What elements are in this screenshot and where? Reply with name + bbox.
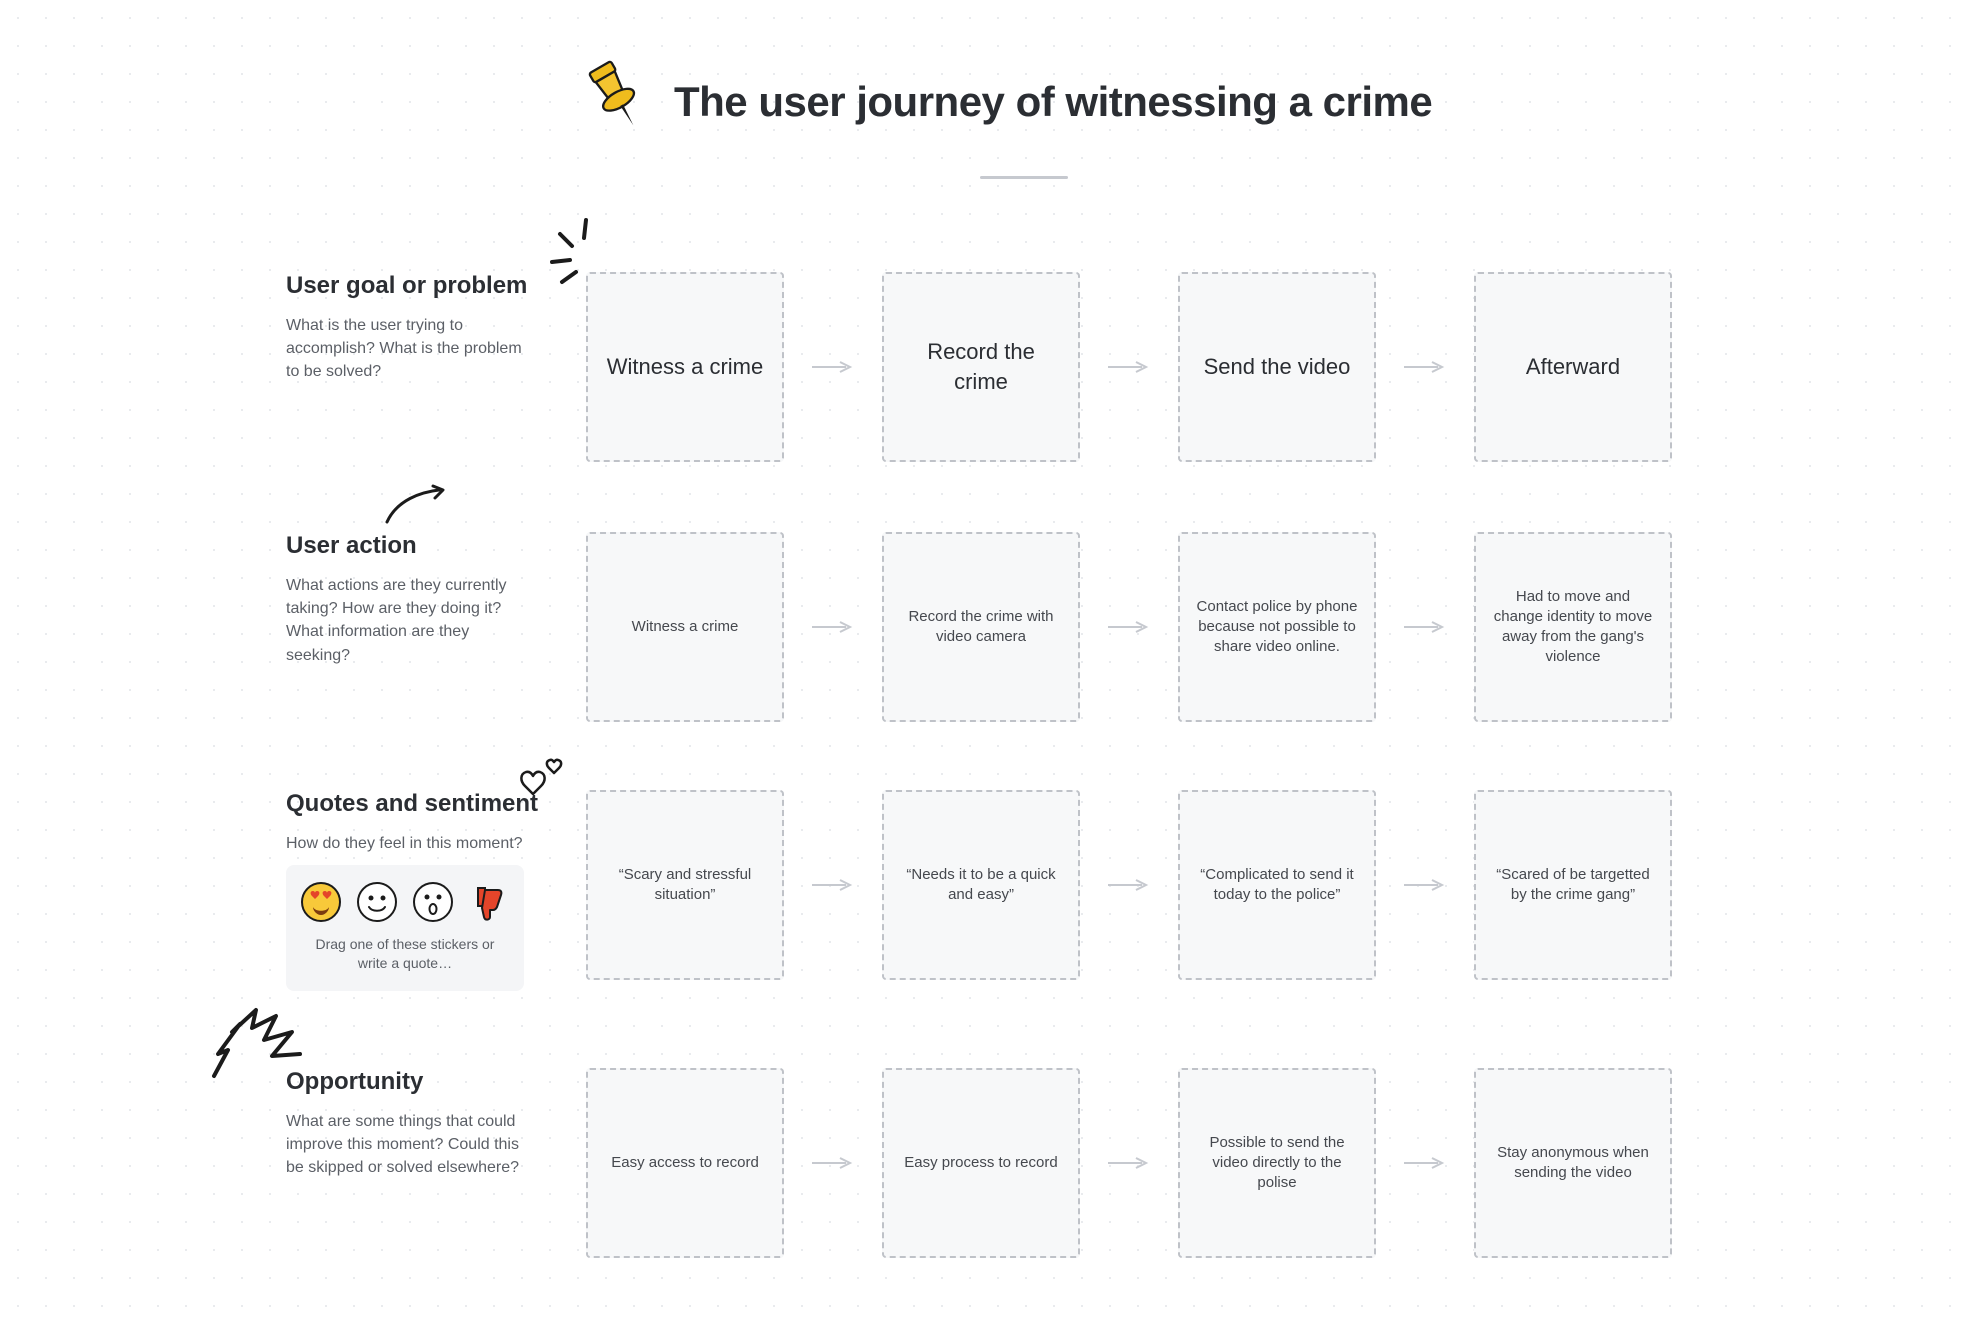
row-heading: Quotes and sentiment (286, 790, 558, 818)
card-text: Easy access to record (611, 1153, 759, 1173)
step-card[interactable]: Easy process to record (882, 1068, 1080, 1258)
row-desc: What is the user trying to accomplish? W… (286, 314, 526, 384)
step-card[interactable]: Witness a crime (586, 532, 784, 722)
row-label-goal: User goal or problem What is the user tr… (286, 272, 586, 384)
card-text: Record the crime (898, 337, 1064, 396)
card-text: Possible to send the video directly to t… (1194, 1133, 1360, 1194)
row-quotes: Quotes and sentiment How do they feel in… (286, 790, 1912, 991)
curved-arrow-icon (381, 482, 451, 530)
row-desc: How do they feel in this moment? (286, 832, 526, 855)
steps-quotes: “Scary and stressful situation” “Needs i… (586, 790, 1672, 980)
row-opportunity: Opportunity What are some things that co… (286, 1068, 1912, 1258)
card-text: Record the crime with video camera (898, 607, 1064, 648)
row-heading: User action (286, 532, 558, 560)
card-text: Had to move and change identity to move … (1490, 587, 1656, 668)
steps-goal: Witness a crime Record the crime Send th… (586, 272, 1672, 462)
row-heading: User goal or problem (286, 272, 558, 300)
arrow-icon (1402, 360, 1448, 374)
thumbs-down-icon[interactable] (468, 881, 510, 923)
title-underline (980, 176, 1068, 179)
card-text: Contact police by phone because not poss… (1194, 597, 1360, 658)
journey-canvas[interactable]: The user journey of witnessing a crime U… (0, 0, 1972, 1318)
title-block: The user journey of witnessing a crime (578, 68, 1432, 136)
heart-eyes-emoji[interactable] (300, 881, 342, 923)
arrow-icon (1106, 1156, 1152, 1170)
card-text: Easy process to record (904, 1153, 1057, 1173)
arrow-icon (810, 878, 856, 892)
surprised-emoji[interactable] (412, 881, 454, 923)
card-text: “Scared of be targetted by the crime gan… (1490, 865, 1656, 906)
arrow-icon (1106, 878, 1152, 892)
page-title: The user journey of witnessing a crime (674, 78, 1432, 126)
card-text: Witness a crime (607, 352, 763, 382)
arrow-icon (810, 1156, 856, 1170)
tray-hint: Drag one of these stickers or write a qu… (300, 935, 510, 973)
arrow-icon (1106, 360, 1152, 374)
card-text: “Scary and stressful situation” (602, 865, 768, 906)
arrow-icon (810, 360, 856, 374)
card-text: “Complicated to send it today to the pol… (1194, 865, 1360, 906)
card-text: Stay anonymous when sending the video (1490, 1143, 1656, 1184)
row-label-action: User action What actions are they curren… (286, 532, 586, 667)
step-card[interactable]: Had to move and change identity to move … (1474, 532, 1672, 722)
step-card[interactable]: Contact police by phone because not poss… (1178, 532, 1376, 722)
step-card[interactable]: “Complicated to send it today to the pol… (1178, 790, 1376, 980)
arrow-icon (1106, 620, 1152, 634)
card-text: Send the video (1204, 352, 1351, 382)
step-card[interactable]: “Needs it to be a quick and easy” (882, 790, 1080, 980)
step-card[interactable]: Witness a crime (586, 272, 784, 462)
step-card[interactable]: Afterward (1474, 272, 1672, 462)
row-label-quotes: Quotes and sentiment How do they feel in… (286, 790, 586, 991)
card-text: Witness a crime (632, 617, 739, 637)
card-text: Afterward (1526, 352, 1620, 382)
arrow-icon (1402, 878, 1448, 892)
arrow-icon (810, 620, 856, 634)
smile-emoji[interactable] (356, 881, 398, 923)
row-desc: What actions are they currently taking? … (286, 574, 526, 667)
step-card[interactable]: Send the video (1178, 272, 1376, 462)
sticker-tray: Drag one of these stickers or write a qu… (286, 865, 524, 991)
step-card[interactable]: “Scary and stressful situation” (586, 790, 784, 980)
row-heading: Opportunity (286, 1068, 558, 1096)
steps-opportunity: Easy access to record Easy process to re… (586, 1068, 1672, 1258)
step-card[interactable]: Possible to send the video directly to t… (1178, 1068, 1376, 1258)
step-card[interactable]: “Scared of be targetted by the crime gan… (1474, 790, 1672, 980)
step-card[interactable]: Record the crime with video camera (882, 532, 1080, 722)
row-desc: What are some things that could improve … (286, 1110, 526, 1180)
step-card[interactable]: Stay anonymous when sending the video (1474, 1068, 1672, 1258)
card-text: “Needs it to be a quick and easy” (898, 865, 1064, 906)
step-card[interactable]: Record the crime (882, 272, 1080, 462)
row-user-action: User action What actions are they curren… (286, 532, 1912, 722)
step-card[interactable]: Easy access to record (586, 1068, 784, 1258)
row-label-opportunity: Opportunity What are some things that co… (286, 1068, 586, 1180)
pushpin-icon (578, 58, 656, 136)
arrow-icon (1402, 620, 1448, 634)
steps-action: Witness a crime Record the crime with vi… (586, 532, 1672, 722)
arrow-icon (1402, 1156, 1448, 1170)
row-user-goal: User goal or problem What is the user tr… (286, 272, 1912, 462)
